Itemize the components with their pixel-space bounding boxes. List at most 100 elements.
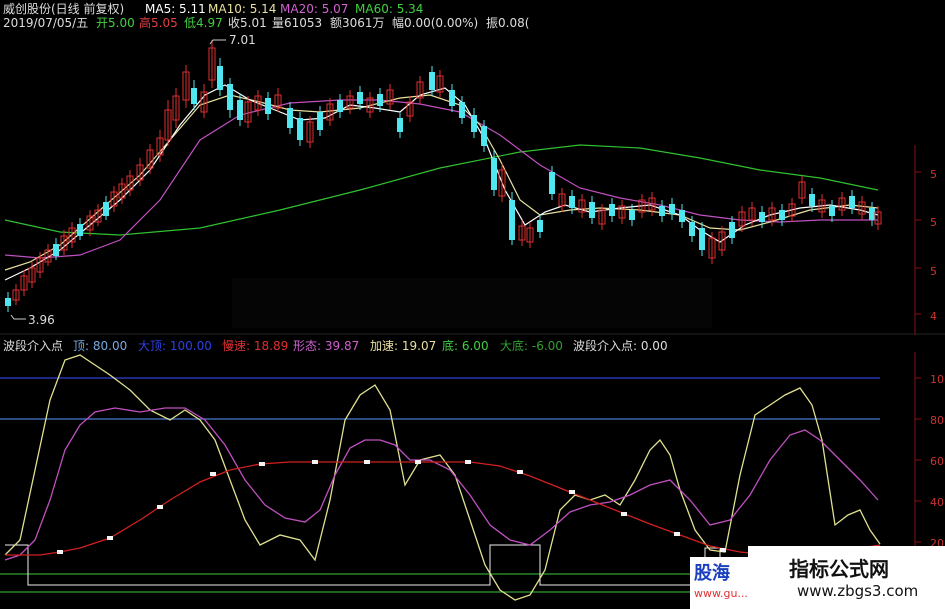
ma60-line [4, 144, 879, 236]
indicator-title: 波段介入点 [3, 339, 64, 353]
entry-value: 波段介入点: 0.00 [573, 339, 668, 353]
candle-body [317, 112, 323, 130]
candle-body [397, 118, 403, 132]
candle-body [491, 158, 497, 190]
slow-line-marker [364, 460, 370, 464]
slow-line [5, 461, 881, 556]
slow-line-marker [157, 505, 163, 509]
stock-title: 威创股份(日线 前复权) [3, 2, 125, 16]
candle-body [5, 298, 11, 306]
candle-body [569, 196, 575, 208]
candle-body [227, 84, 233, 110]
slow-line-marker [569, 490, 575, 494]
watermark-right-title: 指标公式网 [789, 557, 889, 581]
volume-value: 量61053 [272, 16, 323, 30]
open-value: 开5.00 [96, 16, 135, 30]
big-bottom-value: 大底: -6.00 [500, 339, 563, 353]
ma5-line [4, 84, 879, 281]
indicator-axis-label: 40 [930, 496, 944, 509]
slow-line-marker [720, 548, 726, 552]
stock-chart-window: 威创股份(日线 前复权) MA5: 5.11 MA10: 5.14 MA20: … [0, 0, 945, 609]
indicator-axis-label: 60 [930, 455, 944, 468]
indicator-axis-label: 10 [930, 373, 944, 386]
candle-body [217, 66, 223, 90]
candle-body [265, 98, 271, 114]
candle-body [287, 108, 293, 128]
shape-value: 形态: 39.87 [293, 339, 360, 353]
top-value: 顶: 80.00 [73, 339, 128, 353]
ma10-value: MA10: 5.14 [208, 2, 277, 16]
candle-body [629, 210, 635, 220]
slow-line-marker [674, 532, 680, 536]
candle-body [377, 94, 383, 106]
amplitude-value: 振0.08( [486, 16, 530, 30]
candle-body [459, 102, 465, 118]
price-axis-label: 5 [930, 168, 937, 181]
watermark-right-url: www.zbgs3.com [797, 582, 919, 600]
candle-body [669, 204, 675, 214]
candle-body [699, 228, 705, 250]
slow-line-marker [465, 460, 471, 464]
amount-value: 额3061万 [330, 16, 385, 30]
candle-body [829, 206, 835, 216]
candle-body [481, 126, 487, 146]
ma5-value: MA5: 5.11 [145, 2, 206, 16]
candle-body [849, 196, 855, 208]
low-value: 低4.97 [184, 16, 223, 30]
candle-body [509, 200, 515, 240]
candle-body [729, 222, 735, 238]
shape-line [4, 407, 879, 561]
candle-body [53, 244, 59, 256]
change-value: 幅0.00(0.00%) [392, 16, 479, 30]
candle-body [759, 212, 765, 222]
watermark-left: 股海 www.gu... [690, 557, 750, 609]
candle-body [429, 72, 435, 90]
blank-overlay [232, 278, 712, 328]
chart-canvas[interactable] [0, 0, 945, 609]
candle-body [471, 115, 477, 132]
bottom-value: 底: 6.00 [442, 339, 489, 353]
price-axis-label: 5 [930, 265, 937, 278]
watermark-left-title: 股海 [694, 563, 730, 584]
candle-body [449, 90, 455, 106]
slow-line-marker [312, 460, 318, 464]
candle-body [679, 210, 685, 222]
candle-body [191, 88, 197, 104]
candle-body [537, 220, 543, 232]
price-axis-label: 4 [930, 310, 937, 323]
low-marker-label: 3.96 [28, 313, 55, 327]
candle-body [609, 204, 615, 216]
candle-body [237, 100, 243, 120]
watermark-left-url: www.gu... [694, 587, 748, 600]
candle-body [77, 224, 83, 236]
candle-body [297, 118, 303, 140]
candle-body [357, 92, 363, 104]
candle-body [869, 208, 875, 220]
indicator-axis-label: 80 [930, 414, 944, 427]
candle-body [549, 172, 555, 194]
slow-line-marker [57, 550, 63, 554]
high-marker-label: 7.01 [229, 33, 256, 47]
slow-line-marker [210, 472, 216, 476]
slow-line-marker [415, 460, 421, 464]
candle-body [809, 194, 815, 206]
ma60-value: MA60: 5.34 [355, 2, 424, 16]
close-value: 收5.01 [228, 16, 267, 30]
slow-line-marker [259, 462, 265, 466]
watermark-right: 指标公式网 www.zbgs3.com [748, 546, 945, 609]
high-value: 高5.05 [139, 16, 178, 30]
ma10-line [4, 94, 879, 271]
fast-value: 加速: 19.07 [370, 339, 437, 353]
slow-line-marker [107, 536, 113, 540]
candle-body [779, 210, 785, 220]
ma20-value: MA20: 5.07 [280, 2, 349, 16]
candle-body [337, 100, 343, 112]
candle-body [689, 222, 695, 236]
slow-value: 慢速: 18.89 [222, 339, 289, 353]
slow-line-marker [517, 470, 523, 474]
candle-body [659, 206, 665, 216]
price-axis-label: 5 [930, 216, 937, 229]
big-top-value: 大顶: 100.00 [138, 339, 212, 353]
bar-date: 2019/07/05/五 [3, 16, 89, 30]
candle-body [589, 202, 595, 218]
